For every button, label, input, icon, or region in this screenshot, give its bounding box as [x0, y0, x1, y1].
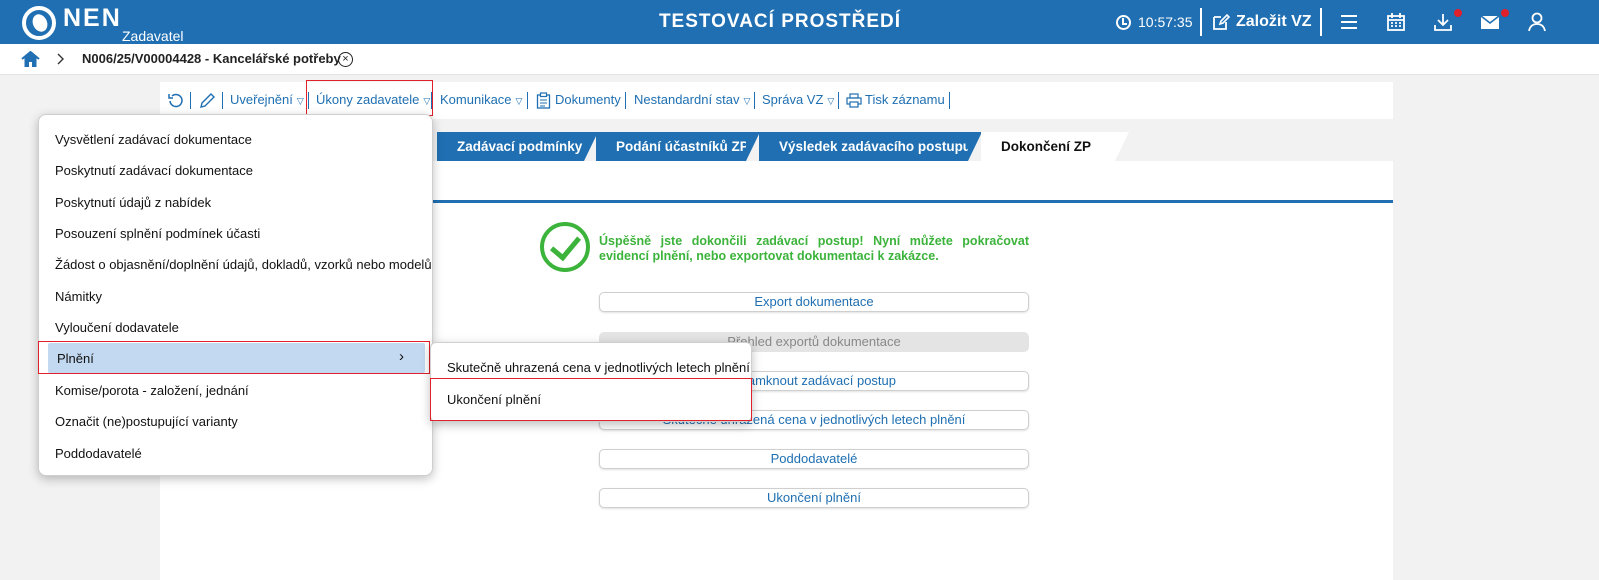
nen-logo[interactable]: NEN [22, 4, 122, 40]
logo-icon [22, 6, 56, 40]
submenu-item-paid-price[interactable]: Skutečně uhrazená cena v jednotlivých le… [447, 360, 750, 375]
chevron-right-icon [57, 53, 64, 65]
download-icon[interactable] [1432, 11, 1454, 33]
header-divider [1200, 8, 1202, 36]
user-icon[interactable] [1526, 11, 1548, 33]
top-bar: NEN Zadavatel TESTOVACÍ PROSTŘEDÍ 10:57:… [0, 0, 1599, 44]
edit-icon [1213, 13, 1230, 30]
header-divider [1320, 8, 1322, 36]
export-documentation-button[interactable]: Export dokumentace [599, 292, 1029, 312]
tab-conditions[interactable]: Zadávací podmínky [437, 132, 598, 161]
pencil-icon[interactable] [198, 92, 216, 110]
toolbar-documents[interactable]: Dokumenty [555, 82, 621, 118]
end-performance-button[interactable]: Ukončení plnění [599, 488, 1029, 508]
home-icon[interactable] [21, 51, 40, 68]
toolbar-nonstandard-menu[interactable]: Nestandardní stav ▽ [634, 82, 750, 119]
breadcrumb: N006/25/V00004428 - Kancelářské potřeby … [0, 44, 1599, 75]
environment-title: TESTOVACÍ PROSTŘEDÍ [658, 11, 902, 32]
toolbar-divider [838, 92, 839, 109]
triangle-down-icon: ▽ [743, 96, 751, 106]
end-performance-highlight-box [430, 378, 752, 421]
toolbar-manage-menu[interactable]: Správa VZ ▽ [762, 82, 834, 119]
toolbar-publish-label: Uveřejnění [230, 92, 293, 107]
toolbar-divider [190, 92, 191, 109]
download-notification-dot [1454, 9, 1462, 17]
toolbar-communication-menu[interactable]: Komunikace ▽ [440, 82, 522, 119]
hamburger-menu-icon[interactable] [1338, 11, 1360, 33]
checkmark-icon [540, 222, 590, 272]
printer-icon[interactable] [846, 93, 862, 108]
breadcrumb-record[interactable]: N006/25/V00004428 - Kancelářské potřeby [82, 51, 341, 66]
menu-item-provide-documentation[interactable]: Poskytnutí zadávací dokumentace [55, 163, 253, 178]
create-vz-label: Založit VZ [1236, 13, 1312, 30]
session-clock: 10:57:35 [1116, 0, 1193, 44]
toolbar-communication-label: Komunikace [440, 92, 512, 107]
menu-item-subcontractors[interactable]: Poddodavatelé [55, 446, 142, 461]
toolbar-divider [754, 92, 755, 109]
menu-item-exclude-supplier[interactable]: Vyloučení dodavatele [55, 320, 179, 335]
triangle-down-icon: ▽ [827, 96, 835, 106]
tab-result[interactable]: Výsledek zadávacího postupu [759, 132, 982, 161]
menu-item-bid-data[interactable]: Poskytnutí údajů z nabídek [55, 195, 211, 210]
toolbar-divider [949, 92, 950, 109]
toolbar-nonstandard-label: Nestandardní stav [634, 92, 740, 107]
triangle-down-icon: ▽ [515, 96, 523, 106]
clipboard-icon[interactable] [536, 92, 551, 109]
actions-dropdown-menu: Vysvětlení zadávací dokumentace Poskytnu… [38, 114, 433, 476]
calendar-icon[interactable] [1385, 11, 1407, 33]
clock-time: 10:57:35 [1138, 14, 1193, 30]
menu-item-committee[interactable]: Komise/porota - založení, jednání [55, 383, 249, 398]
menu-item-variants[interactable]: Označit (ne)postupující varianty [55, 414, 238, 429]
mail-notification-dot [1501, 9, 1509, 17]
menu-item-clarification[interactable]: Vysvětlení zadávací dokumentace [55, 132, 252, 147]
refresh-icon[interactable] [167, 92, 184, 109]
close-record-icon[interactable]: × [338, 52, 353, 67]
menu-item-qualification[interactable]: Posouzení splnění podmínek účasti [55, 226, 260, 241]
clock-icon [1116, 14, 1131, 30]
menu-item-clarification-request[interactable]: Žádost o objasnění/doplnění údajů, dokla… [55, 257, 432, 272]
subcontractors-button[interactable]: Poddodavatelé [599, 449, 1029, 469]
tab-completion[interactable]: Dokončení ZP [981, 132, 1129, 161]
toolbar-manage-label: Správa VZ [762, 92, 824, 107]
logo-text: NEN [63, 4, 122, 32]
performance-item-highlight-box [38, 341, 430, 374]
mail-icon[interactable] [1479, 11, 1501, 33]
menu-item-objections[interactable]: Námitky [55, 289, 102, 304]
tab-submissions[interactable]: Podání účastníků ZP [596, 132, 760, 161]
toolbar-divider [222, 92, 223, 109]
triangle-down-icon: ▽ [296, 96, 304, 106]
success-message: Úspěšně jste dokončili zadávací postup! … [599, 234, 1029, 263]
actions-menu-highlight [306, 80, 433, 116]
logo-subtitle: Zadavatel [122, 28, 184, 44]
create-vz-button[interactable]: Založit VZ [1212, 0, 1312, 44]
toolbar-print[interactable]: Tisk záznamu [865, 82, 945, 118]
toolbar-divider [527, 92, 528, 109]
toolbar-divider [625, 92, 626, 109]
